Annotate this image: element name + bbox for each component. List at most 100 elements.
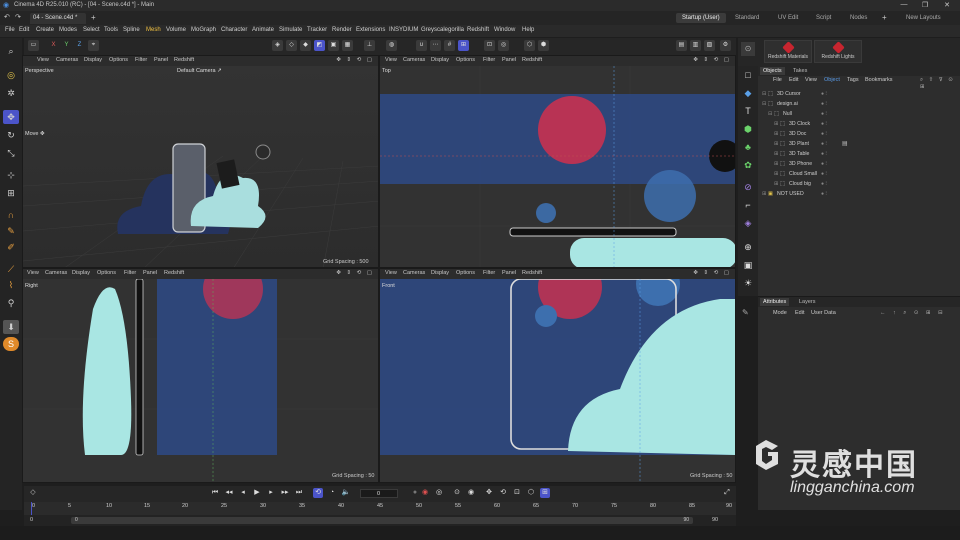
menu-volume[interactable]: Volume <box>166 27 186 33</box>
layout-lock-icon[interactable]: ⊙ <box>741 42 755 56</box>
previous-key-button[interactable]: ◂◂ <box>224 488 234 498</box>
vp-menu-redshift[interactable]: Redshift <box>522 57 542 63</box>
sound-icon[interactable]: 🔈 <box>341 488 351 498</box>
frame-ruler[interactable]: 0 5 10 15 20 25 30 35 40 45 50 55 60 65 … <box>24 502 736 515</box>
expand-icon[interactable]: ⊞ <box>774 179 778 189</box>
render-region-icon[interactable]: ▤ <box>676 40 687 51</box>
vp-menu-options[interactable]: Options <box>97 270 116 276</box>
position-key-icon[interactable]: ✥ <box>484 488 494 498</box>
knife-icon[interactable]: ⟋ <box>3 262 19 276</box>
viewport-solo-icon[interactable]: ⬢ <box>538 40 549 51</box>
edges-mode-icon[interactable]: ◩ <box>314 40 325 51</box>
visibility-dots[interactable]: ● ⁝ <box>821 169 827 179</box>
add-layout-button[interactable]: + <box>882 13 887 22</box>
menu-tracker[interactable]: Tracker <box>307 27 327 33</box>
tree-item[interactable]: ⊞ ▣ NOT USED ● ⁝ <box>758 189 960 199</box>
points-mode-icon[interactable]: ◆ <box>300 40 311 51</box>
expand-icon[interactable]: ⊞ <box>774 129 778 139</box>
vp-menu-panel[interactable]: Panel <box>154 57 168 63</box>
menu-select[interactable]: Select <box>83 27 100 33</box>
new-layouts-dropdown[interactable]: New Layouts <box>900 13 947 23</box>
move-tool-icon[interactable]: ✥ <box>3 110 19 124</box>
viewport-nav-icons[interactable]: ✥ ⇕ ⟲ ▢ <box>693 270 731 276</box>
stamp-icon[interactable]: ⬇ <box>3 320 19 334</box>
search-icon[interactable]: ⌕ <box>3 44 19 58</box>
visibility-dots[interactable]: ● ⁝ <box>821 99 827 109</box>
next-frame-button[interactable]: ▸ <box>266 488 276 498</box>
attributes-side-icon[interactable]: ✎ <box>738 306 758 320</box>
tab-objects[interactable]: Objects <box>760 67 785 75</box>
viewport-nav-icons[interactable]: ✥ ⇕ ⟲ ▢ <box>693 57 731 63</box>
go-to-end-button[interactable]: ⏭ <box>294 488 304 498</box>
vp-menu-display[interactable]: Display <box>72 270 90 276</box>
visibility-dots[interactable]: ● ⁝ <box>821 89 827 99</box>
tab-takes[interactable]: Takes <box>790 67 810 75</box>
viewport-top[interactable]: View Cameras Display Options Filter Pane… <box>379 55 736 268</box>
tree-item[interactable]: ⊞ ⬚ Cloud Small ● ⁝ <box>758 169 960 179</box>
snap-toggle-icon[interactable]: ∪ <box>416 40 427 51</box>
expand-icon[interactable]: ⊟ <box>768 109 772 119</box>
environment-icon[interactable]: ⊕ <box>741 240 755 254</box>
timeline-mode-icon[interactable]: ◇ <box>28 488 38 498</box>
cube-icon[interactable]: ◆ <box>741 86 755 100</box>
layout-tab-nodes[interactable]: Nodes <box>844 13 873 23</box>
tree-item[interactable]: ⊟ ⬚ design.ai ● ⁝ <box>758 99 960 109</box>
tree-item[interactable]: ⊞ ⬚ 3D Table ● ⁝ <box>758 149 960 159</box>
vp-menu-filter[interactable]: Filter <box>483 57 495 63</box>
menu-simulate[interactable]: Simulate <box>279 27 302 33</box>
viewport-right[interactable]: View Cameras Display Options Filter Pane… <box>22 268 379 483</box>
vp-menu-display[interactable]: Display <box>431 57 449 63</box>
current-frame-field[interactable]: 0 <box>360 489 398 498</box>
minimize-button[interactable]: — <box>897 1 911 8</box>
layout-tab-startup[interactable]: Startup (User) <box>676 13 726 23</box>
tree-item[interactable]: ⊞ ⬚ 3D Doc ● ⁝ <box>758 129 960 139</box>
polygons-mode-icon[interactable]: ▣ <box>328 40 339 51</box>
visibility-dots[interactable]: ● ⁝ <box>821 109 827 119</box>
uv-mode-icon[interactable]: ▦ <box>342 40 353 51</box>
vp-menu-redshift[interactable]: Redshift <box>522 270 542 276</box>
visibility-dots[interactable]: ● ⁝ <box>821 159 827 169</box>
axis-tool-icon[interactable]: ⊹ <box>3 168 19 182</box>
light-icon[interactable]: ☀ <box>741 276 755 290</box>
mograph-cloner-icon[interactable]: ♣ <box>741 140 755 154</box>
tab-attributes[interactable]: Attributes <box>760 298 790 306</box>
snap-settings-icon[interactable]: ⋯ <box>430 40 441 51</box>
paint-icon[interactable]: ✐ <box>3 240 19 254</box>
add-document-button[interactable]: + <box>91 13 96 22</box>
visibility-dots[interactable]: ● ⁝ <box>821 189 827 199</box>
menu-spline[interactable]: Spline <box>123 27 140 33</box>
loop-button[interactable]: ⟲ <box>313 488 323 498</box>
transform-tool-icon[interactable]: ⊞ <box>3 186 19 200</box>
redshift-lights-button[interactable]: Redshift Lights <box>814 40 862 63</box>
tree-item[interactable]: ⊟ ⬚ Null ● ⁝ <box>758 109 960 119</box>
vp-menu-redshift[interactable]: Redshift <box>164 270 184 276</box>
obj-menu-tags[interactable]: Tags <box>847 77 859 83</box>
brush-icon[interactable]: ✎ <box>3 224 19 238</box>
workplane-icon[interactable]: ⊞ <box>458 40 469 51</box>
expand-icon[interactable]: ⊞ <box>774 159 778 169</box>
viewport-front[interactable]: View Cameras Display Options Filter Pane… <box>379 268 736 483</box>
obj-menu-object[interactable]: Object <box>824 77 840 83</box>
menu-redshift[interactable]: Redshift <box>467 27 489 33</box>
tree-item[interactable]: ⊟ ⬚ 3D Cursor ● ⁝ <box>758 89 960 99</box>
range-end-field[interactable]: 90 <box>712 517 718 523</box>
menu-insydium[interactable]: INSYDIUM <box>389 27 418 33</box>
range-handle-end[interactable]: 90 <box>683 517 689 523</box>
menu-character[interactable]: Character <box>221 27 247 33</box>
tree-item[interactable]: ⊞ ⬚ Cloud big ● ⁝ <box>758 179 960 189</box>
snap-icon[interactable]: ✲ <box>3 86 19 100</box>
script-s-icon[interactable]: S <box>3 337 19 351</box>
auto-key-button[interactable]: ◎ <box>434 488 444 498</box>
obj-menu-edit[interactable]: Edit <box>789 77 798 83</box>
vp-menu-display[interactable]: Display <box>431 270 449 276</box>
menu-animate[interactable]: Animate <box>252 27 274 33</box>
menu-window[interactable]: Window <box>494 27 515 33</box>
menu-mesh[interactable]: Mesh <box>146 27 161 33</box>
soft-selection-icon[interactable]: ◍ <box>386 40 397 51</box>
magnet-icon[interactable]: ∩ <box>3 208 19 222</box>
texture-mode-icon[interactable]: ◇ <box>286 40 297 51</box>
menu-create[interactable]: Create <box>36 27 54 33</box>
live-selection-icon[interactable]: ◎ <box>3 68 19 82</box>
record-disabled-icon[interactable]: ● <box>410 488 420 498</box>
menu-mograph[interactable]: MoGraph <box>191 27 216 33</box>
